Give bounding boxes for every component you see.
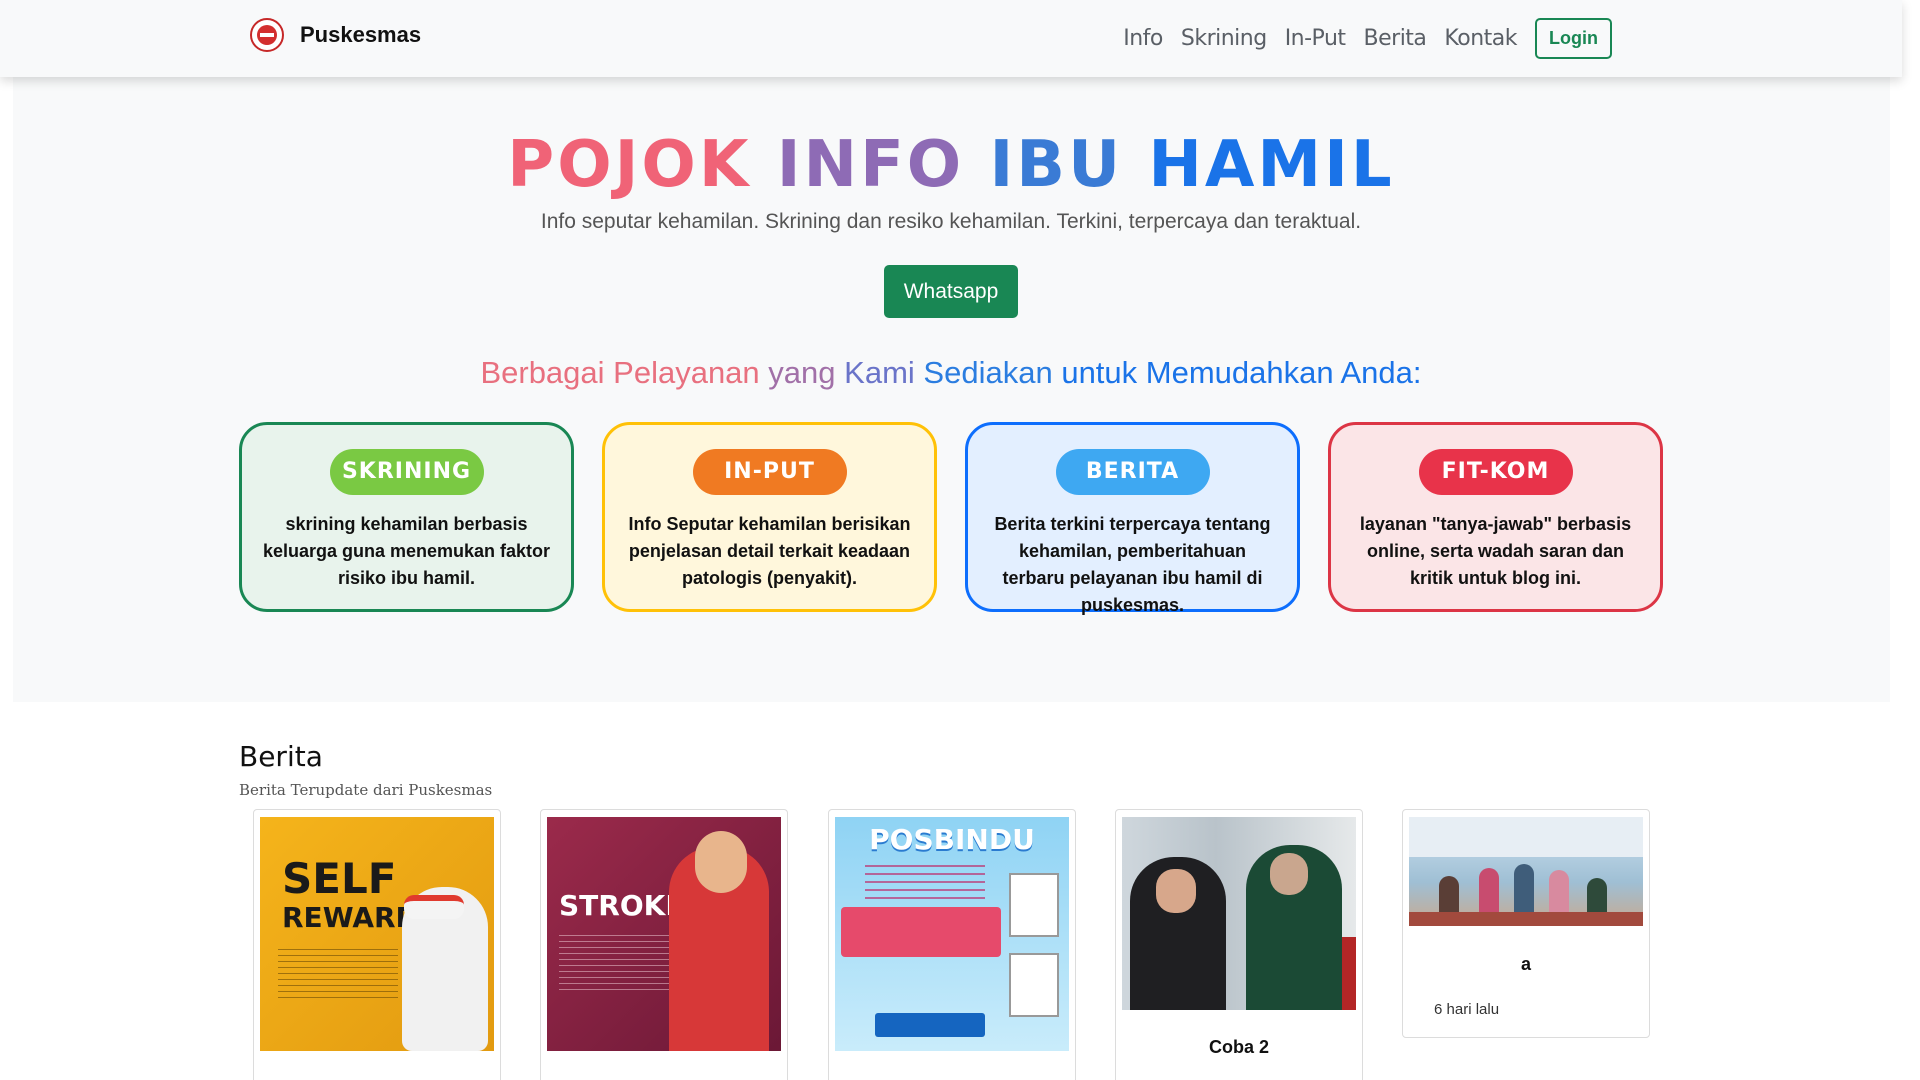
news-card-image-posbindu[interactable]: POSBINDU — [835, 817, 1069, 1051]
image-person-face — [1156, 869, 1196, 913]
hero-title-word-info: INFO — [776, 128, 965, 202]
nav-links: Info Skrining In-Put Berita Kontak Login — [1105, 18, 1612, 59]
service-card-input: IN-PUT Info Seputar kehamilan berisikan … — [602, 422, 937, 612]
brand-name: Puskesmas — [300, 22, 422, 47]
news-card-image-vaccination[interactable] — [1122, 817, 1356, 1010]
service-card-skrining: SKRINING skrining kehamilan berbasis kel… — [239, 422, 574, 612]
navbar: Puskesmas Info Skrining In-Put Berita Ko… — [0, 0, 1902, 77]
service-description: skrining kehamilan berbasis keluarga gun… — [262, 514, 551, 588]
image-photo-frame — [1009, 873, 1059, 937]
news-card-title[interactable]: Coba 2 — [1116, 1037, 1362, 1058]
login-button[interactable]: Login — [1535, 18, 1612, 59]
services-heading-part: Sediakan — [923, 355, 1053, 390]
image-info-box — [841, 907, 1001, 957]
news-section-title: Berita — [239, 740, 323, 773]
image-person-head — [695, 831, 747, 893]
news-card[interactable]: Coba 2 — [1115, 809, 1363, 1080]
news-card-title[interactable]: a — [1403, 954, 1649, 975]
services-heading-part: Berbagai Pelayanan — [480, 355, 760, 390]
services-heading-part: Kami — [844, 355, 915, 390]
image-chair — [1342, 937, 1356, 1010]
services-heading-part: untuk Memudahkan Anda: — [1061, 355, 1422, 390]
hero-title: POJOK INFO IBU HAMIL — [0, 128, 1902, 202]
hero-title-word-hamil: HAMIL — [1148, 128, 1395, 202]
nav-link-input[interactable]: In-Put — [1285, 26, 1346, 51]
image-footer-box — [875, 1013, 985, 1037]
news-card-image-group[interactable] — [1409, 817, 1643, 926]
nav-link-kontak[interactable]: Kontak — [1444, 26, 1517, 51]
fitkom-pill-button[interactable]: FIT-KOM — [1418, 449, 1573, 495]
image-wall — [1409, 817, 1643, 857]
news-card[interactable]: SELF REWARD — [253, 809, 501, 1080]
news-card-time: 6 hari lalu — [1434, 1001, 1500, 1018]
news-card[interactable]: a 6 hari lalu — [1402, 809, 1650, 1038]
nav-link-skrining[interactable]: Skrining — [1181, 26, 1267, 51]
whatsapp-button[interactable]: Whatsapp — [884, 265, 1018, 318]
image-headband — [404, 895, 464, 919]
brand[interactable]: Puskesmas — [250, 18, 421, 52]
hero-subtitle: Info seputar kehamilan. Skrining dan res… — [540, 210, 1362, 233]
puskesmas-logo-icon — [250, 18, 284, 52]
image-text: STROKE — [559, 889, 685, 922]
hero-title-word-ibu: IBU — [989, 128, 1124, 202]
page: Puskesmas Info Skrining In-Put Berita Ko… — [0, 0, 1920, 1080]
image-table — [1409, 912, 1643, 926]
service-card-berita: BERITA Berita terkini terpercaya tentang… — [965, 422, 1300, 615]
services-heading-part: yang — [768, 355, 836, 390]
image-person-face — [1270, 853, 1308, 895]
image-photo-frame — [1009, 953, 1059, 1017]
image-text: REWARD — [282, 901, 419, 934]
news-card[interactable]: STROKE — [540, 809, 788, 1080]
hero-title-word-pojok: POJOK — [507, 128, 752, 202]
image-body-text — [559, 935, 679, 995]
input-pill-button[interactable]: IN-PUT — [692, 449, 847, 495]
news-card-image-stroke[interactable]: STROKE — [547, 817, 781, 1051]
news-card-image-self-reward[interactable]: SELF REWARD — [260, 817, 494, 1051]
news-card[interactable]: POSBINDU — [828, 809, 1076, 1080]
nav-link-berita[interactable]: Berita — [1364, 26, 1427, 51]
berita-pill-button[interactable]: BERITA — [1055, 449, 1210, 495]
service-description: Info Seputar kehamilan berisikan penjela… — [628, 514, 911, 588]
image-body-text — [278, 949, 398, 999]
skrining-pill-button[interactable]: SKRINING — [329, 449, 484, 495]
service-description: Berita terkini terpercaya tentang kehami… — [994, 514, 1271, 615]
services-heading: Berbagai Pelayanan yang Kami Sediakan un… — [0, 355, 1902, 391]
nav-link-info[interactable]: Info — [1123, 26, 1163, 51]
news-section-subtitle: Berita Terupdate dari Puskesmas — [239, 781, 493, 799]
image-subtitle-lines — [865, 865, 985, 905]
service-description: layanan "tanya-jawab" berbasis online, s… — [1359, 514, 1632, 588]
image-text: POSBINDU — [869, 823, 1035, 856]
image-text: SELF — [282, 854, 397, 903]
service-card-fitkom: FIT-KOM layanan "tanya-jawab" berbasis o… — [1328, 422, 1663, 612]
